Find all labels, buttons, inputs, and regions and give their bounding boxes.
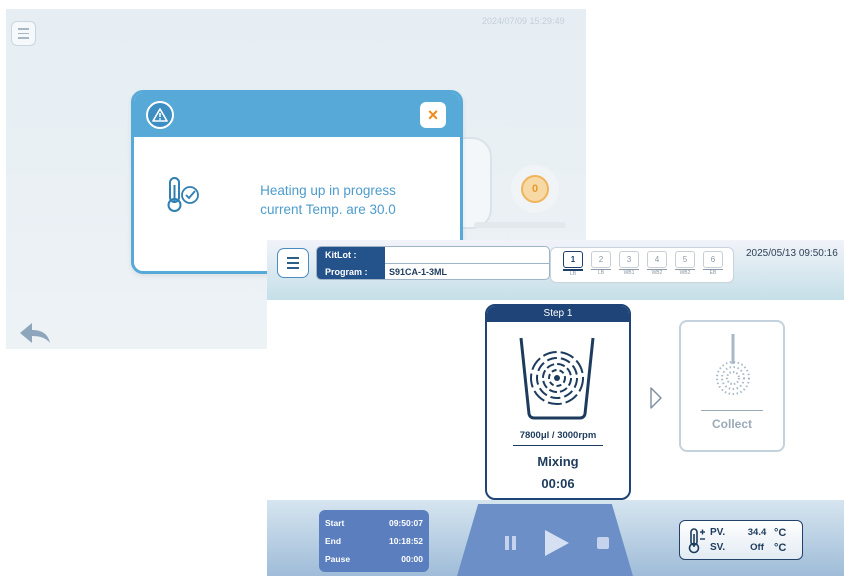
next-step-card: Collect bbox=[679, 320, 785, 452]
footer-bar: Start 09:50:07 End 10:18:52 Pause 00:00 bbox=[267, 500, 844, 576]
step-timer: 00:06 bbox=[541, 476, 575, 491]
step-title: Step 1 bbox=[487, 306, 629, 322]
step-tab-1[interactable]: 1 LB bbox=[563, 251, 583, 278]
stop-icon[interactable] bbox=[597, 537, 609, 549]
close-button[interactable]: × bbox=[420, 102, 446, 128]
time-summary: Start 09:50:07 End 10:18:52 Pause 00:00 bbox=[319, 510, 429, 572]
sync-button[interactable]: 0 bbox=[511, 165, 559, 213]
kitlot-label: KitLot : bbox=[317, 247, 385, 264]
play-icon[interactable] bbox=[545, 530, 569, 556]
collect-icon bbox=[716, 334, 750, 395]
sync-icon: 0 bbox=[521, 175, 549, 203]
stage: 2024/07/09 15:29:49 0 × Heating up in pr… bbox=[0, 0, 844, 576]
dialog-message: Heating up in progress current Temp. are… bbox=[228, 181, 428, 219]
thermometer-icon bbox=[688, 528, 705, 554]
step-tab-4[interactable]: 4 WB2 bbox=[647, 251, 667, 277]
warning-icon bbox=[146, 101, 174, 129]
message-line-1: Heating up in progress bbox=[260, 183, 396, 198]
step-tab-3[interactable]: 3 WB1 bbox=[619, 251, 639, 277]
pv-unit: °C bbox=[774, 527, 787, 539]
step-indicator: 1 LB 2 LB 3 WB1 4 WB2 5 WB2 6 EB bbox=[550, 247, 734, 283]
progress-bar bbox=[474, 222, 566, 228]
menu-button[interactable] bbox=[11, 21, 36, 46]
current-step-card: Step 1 7800μl / 3000rpm Mixing 00:06 bbox=[485, 304, 631, 500]
program-label: Program : bbox=[317, 264, 385, 279]
step-tab-5[interactable]: 5 WB2 bbox=[675, 251, 695, 277]
sv-value: Off bbox=[750, 542, 764, 553]
playback-controls bbox=[457, 504, 633, 576]
step-tab-6[interactable]: 6 EB bbox=[703, 251, 723, 277]
thermometer-check-icon bbox=[167, 177, 199, 212]
dialog-header: × bbox=[134, 93, 460, 137]
volume-speed-label: 7800μl / 3000rpm bbox=[519, 430, 597, 441]
program-value: S91CA-1-3ML bbox=[389, 267, 448, 277]
datetime-label: 2025/05/13 09:50:16 bbox=[746, 248, 838, 259]
datetime-label: 2024/07/09 15:29:49 bbox=[482, 16, 565, 26]
end-time-row: End 10:18:52 bbox=[325, 536, 423, 546]
start-time-row: Start 09:50:07 bbox=[325, 518, 423, 528]
pause-icon[interactable] bbox=[505, 536, 517, 550]
chevron-right-icon bbox=[650, 387, 662, 409]
pv-label: PV. bbox=[710, 527, 726, 538]
temperature-panel: PV. 34.4 °C SV. Off °C bbox=[679, 520, 803, 560]
step-tab-2[interactable]: 2 LB bbox=[591, 251, 611, 277]
run-screen: KitLot : Program : S91CA-1-3ML 1 LB 2 LB… bbox=[267, 240, 844, 576]
header-bar: KitLot : Program : S91CA-1-3ML 1 LB 2 LB… bbox=[267, 240, 844, 300]
message-line-2: current Temp. are 30.0 bbox=[260, 202, 396, 217]
pv-row: PV. 34.4 °C bbox=[710, 527, 794, 539]
mixing-beaker-icon bbox=[519, 337, 595, 420]
sv-label: SV. bbox=[710, 542, 726, 553]
pv-value: 34.4 bbox=[747, 527, 767, 538]
pause-time-row: Pause 00:00 bbox=[325, 554, 423, 564]
back-arrow-icon[interactable] bbox=[18, 321, 52, 345]
menu-button[interactable] bbox=[277, 248, 309, 278]
sv-row: SV. Off °C bbox=[710, 542, 794, 554]
kitlot-value bbox=[385, 247, 549, 263]
sv-unit: °C bbox=[774, 542, 787, 554]
kit-info-box: KitLot : Program : S91CA-1-3ML bbox=[316, 246, 550, 280]
next-step-name: Collect bbox=[711, 417, 752, 431]
step-name-label: Mixing bbox=[537, 454, 579, 469]
